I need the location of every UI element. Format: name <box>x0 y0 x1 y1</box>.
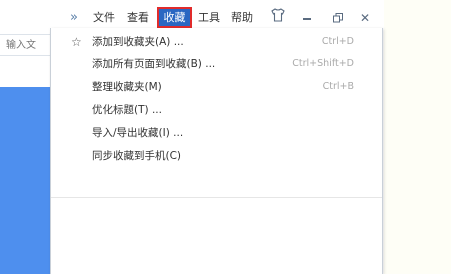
close-icon[interactable]: ✕ <box>360 8 370 28</box>
menu-item-organize-favorites[interactable]: 整理收藏夹(M) Ctrl+B <box>51 77 382 97</box>
menu-help[interactable]: 帮助 <box>231 8 253 28</box>
menu-favorites[interactable]: 收藏 <box>157 7 192 28</box>
address-bar <box>0 34 50 56</box>
menu-item-label: 添加到收藏夹(A) ... <box>92 36 184 48</box>
favorites-dropdown-menu: ☆ 添加到收藏夹(A) ... Ctrl+D 添加所有页面到收藏(B) ... … <box>50 28 383 274</box>
restore-icon[interactable] <box>333 10 343 23</box>
menu-item-shortcut: Ctrl+B <box>322 81 354 92</box>
menu-item-label: 导入/导出收藏(I) ... <box>92 127 184 139</box>
background-area <box>384 0 451 274</box>
more-icon[interactable]: » <box>70 8 78 28</box>
menu-item-label: 添加所有页面到收藏(B) ... <box>92 58 216 70</box>
menu-item-shortcut: Ctrl+Shift+D <box>292 58 354 69</box>
menu-file[interactable]: 文件 <box>93 8 115 28</box>
menu-item-add-favorite[interactable]: ☆ 添加到收藏夹(A) ... Ctrl+D <box>51 32 382 52</box>
menu-item-sync-to-phone[interactable]: 同步收藏到手机(C) <box>51 146 382 166</box>
menu-item-import-export[interactable]: 导入/导出收藏(I) ... <box>51 123 382 143</box>
skin-icon[interactable] <box>271 8 285 22</box>
menu-separator <box>51 197 382 198</box>
menu-item-label: 同步收藏到手机(C) <box>92 150 182 162</box>
menu-tools[interactable]: 工具 <box>198 8 220 28</box>
minimize-icon[interactable] <box>303 18 311 20</box>
side-panel <box>0 87 50 274</box>
menu-item-optimize-titles[interactable]: 优化标题(T) ... <box>51 100 382 120</box>
menu-item-label: 整理收藏夹(M) <box>92 81 162 93</box>
address-input[interactable] <box>0 35 50 55</box>
menu-item-shortcut: Ctrl+D <box>321 36 354 47</box>
menu-item-label: 优化标题(T) ... <box>92 104 162 116</box>
menu-view[interactable]: 查看 <box>127 8 149 28</box>
star-icon: ☆ <box>71 35 82 49</box>
menu-item-add-all-pages[interactable]: 添加所有页面到收藏(B) ... Ctrl+Shift+D <box>51 54 382 74</box>
